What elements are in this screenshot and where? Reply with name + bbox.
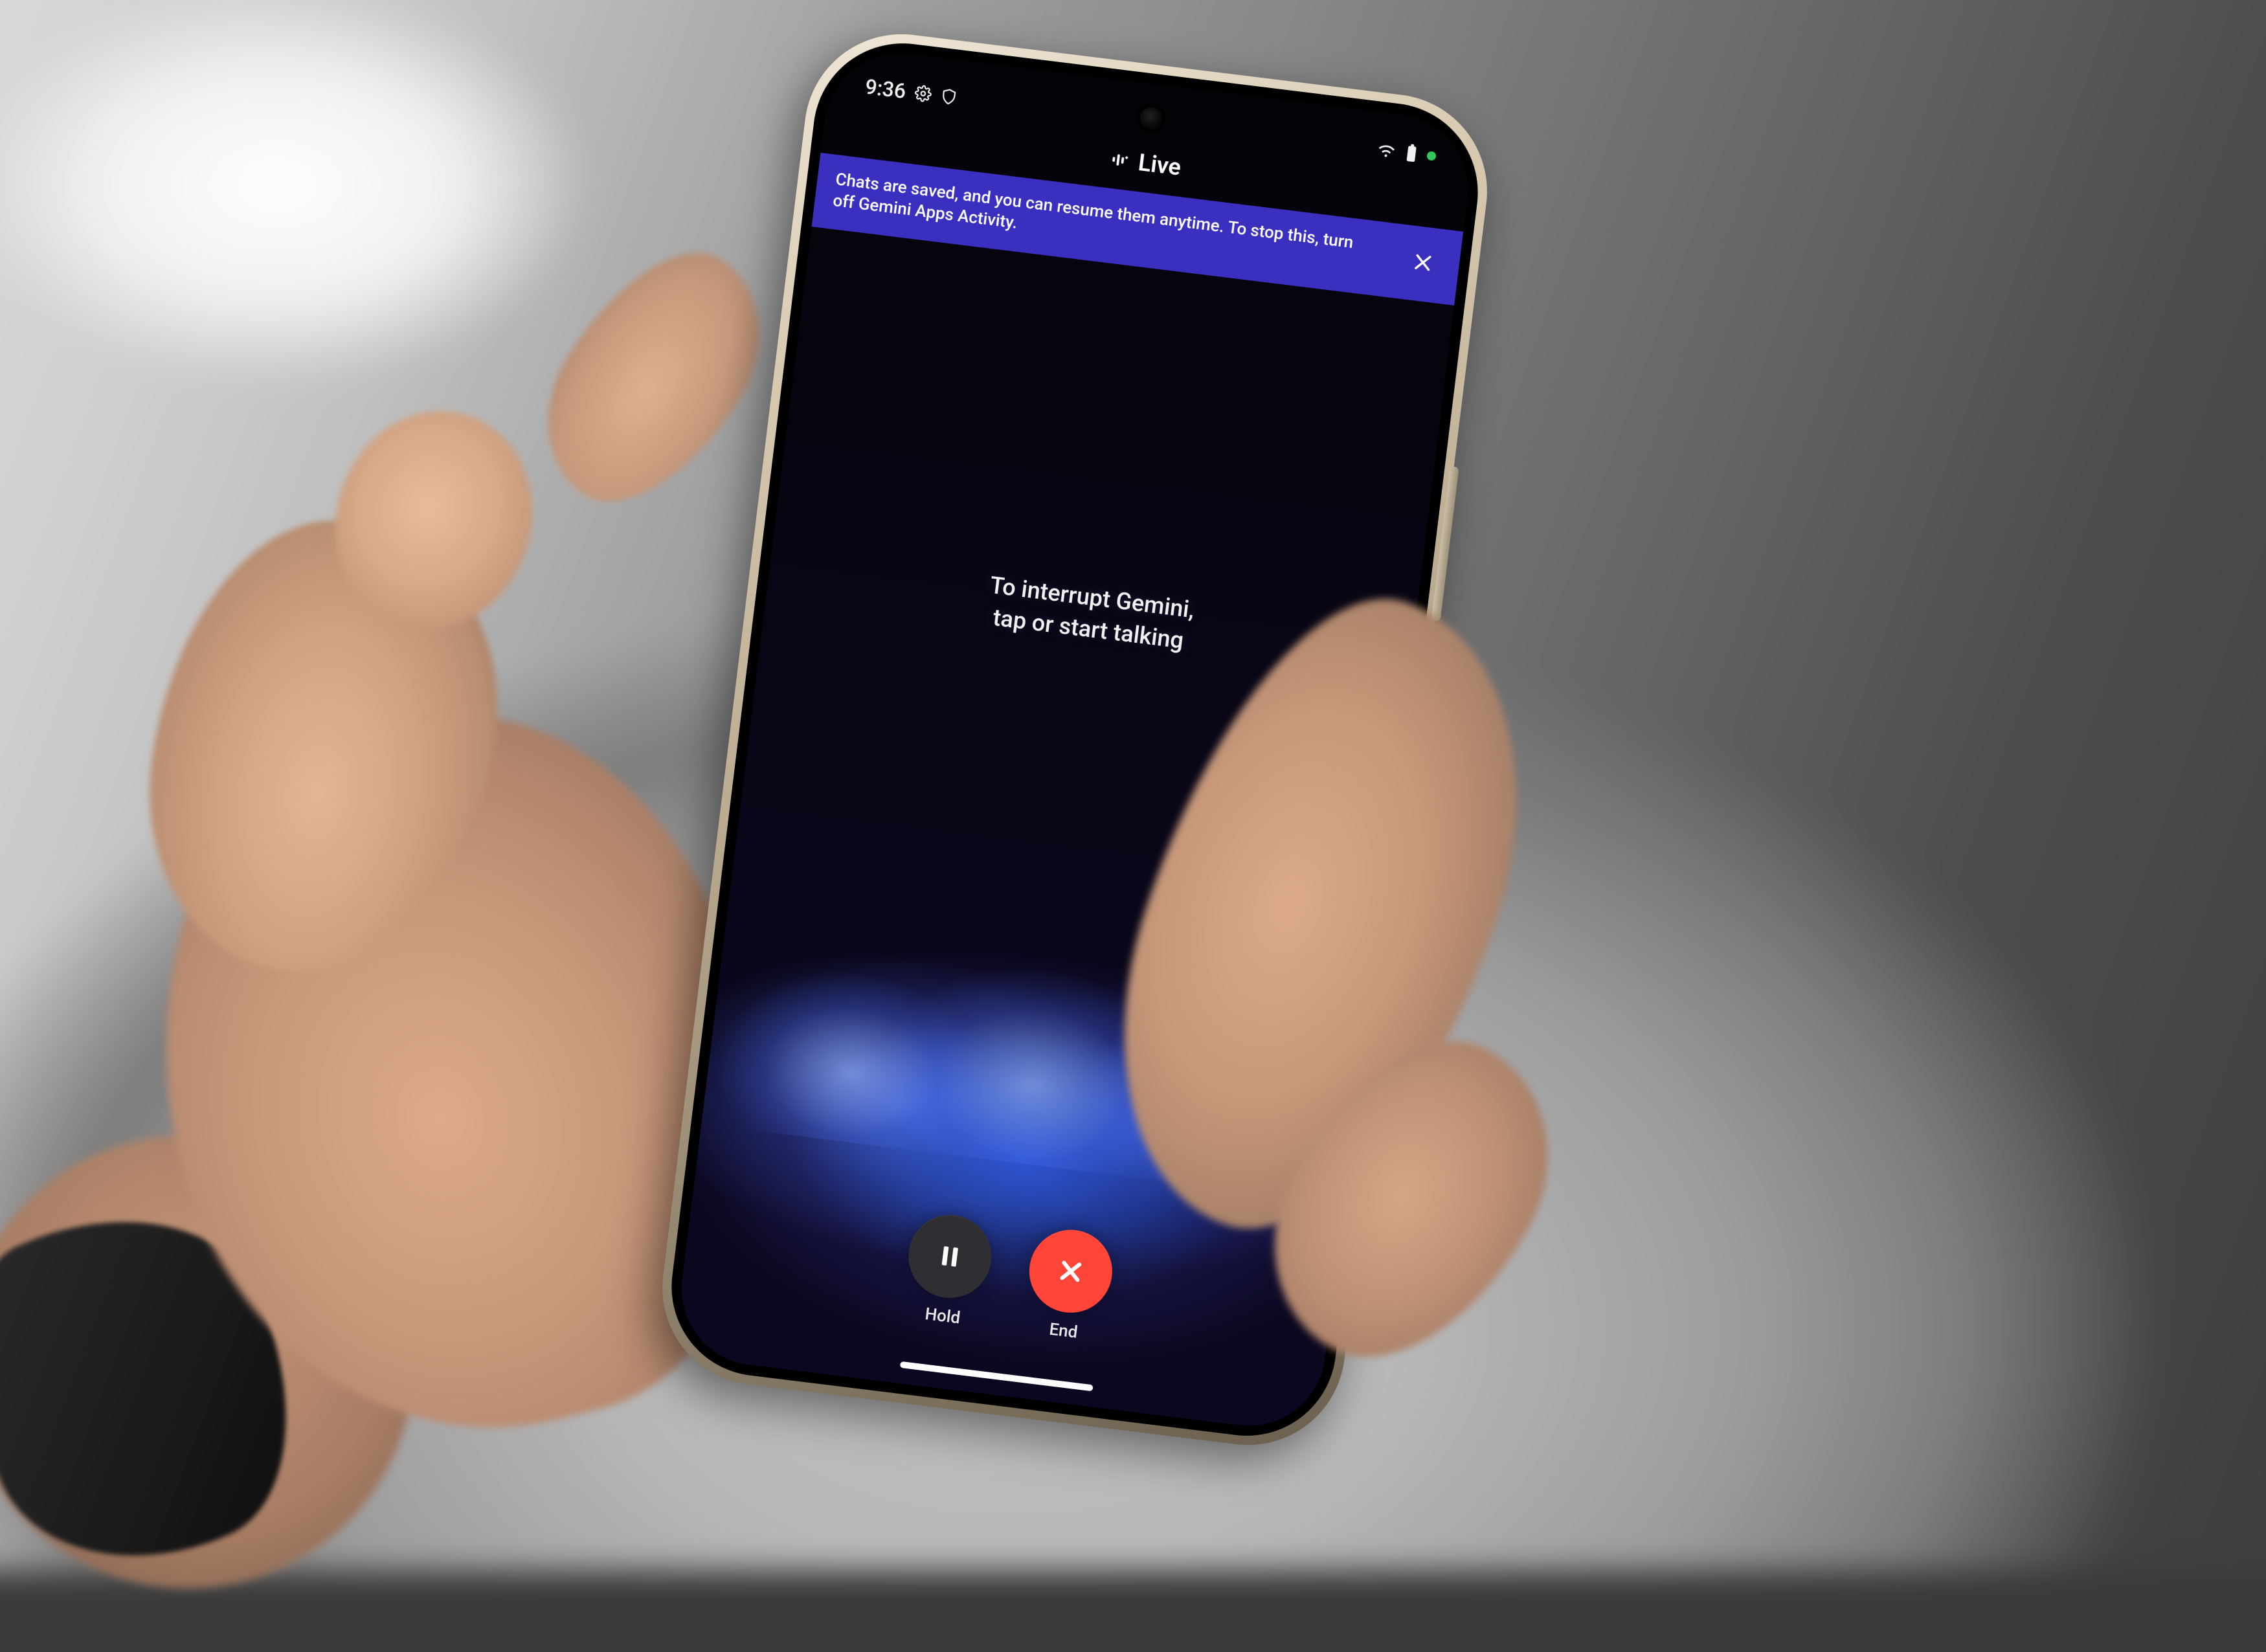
navigation-bar-handle[interactable] <box>900 1361 1094 1390</box>
close-icon <box>1411 250 1435 274</box>
close-icon <box>1053 1254 1088 1288</box>
end-button-label: End <box>1048 1319 1079 1342</box>
gemini-live-icon <box>1109 149 1130 170</box>
hold-button-label: Hold <box>924 1304 961 1328</box>
wifi-icon <box>1376 141 1397 159</box>
settings-icon <box>914 84 932 103</box>
banner-close-button[interactable] <box>1403 242 1443 282</box>
hold-button[interactable] <box>904 1210 996 1302</box>
end-button[interactable] <box>1025 1225 1117 1317</box>
privacy-indicator-dot <box>1426 151 1437 161</box>
screen-title-text: Live <box>1137 149 1183 181</box>
shield-icon <box>939 87 958 106</box>
pause-icon <box>934 1240 966 1272</box>
status-time: 9:36 <box>864 74 907 103</box>
battery-icon <box>1404 143 1419 164</box>
